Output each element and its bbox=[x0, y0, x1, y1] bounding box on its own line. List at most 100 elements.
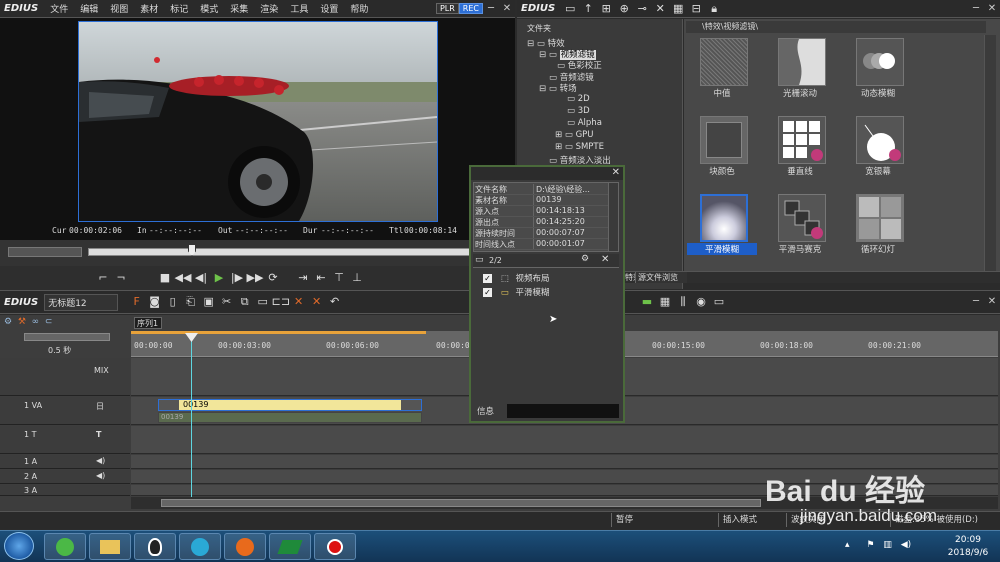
position-slider[interactable] bbox=[88, 248, 510, 256]
tree-item-smpte[interactable]: ⊞ ▭ SMPTE bbox=[555, 142, 604, 152]
menu-render[interactable]: 渲染 bbox=[254, 2, 284, 15]
zoom-slider[interactable] bbox=[24, 333, 110, 341]
track-head-a2[interactable]: 2 A ◀) bbox=[0, 470, 130, 484]
menu-capture[interactable]: 采集 bbox=[224, 2, 254, 15]
playhead[interactable] bbox=[191, 334, 192, 497]
split-icon[interactable]: ⊤ bbox=[330, 270, 348, 286]
menu-view[interactable]: 视图 bbox=[104, 2, 134, 15]
step-back-icon[interactable]: ◀| bbox=[192, 270, 210, 286]
taskbar-app-firefox[interactable] bbox=[224, 533, 266, 560]
menu-marker[interactable]: 标记 bbox=[164, 2, 194, 15]
effect-vertical-lines-thumb[interactable] bbox=[778, 116, 826, 164]
sync-icon[interactable]: ⚒ bbox=[18, 317, 26, 327]
tree-item-2d[interactable]: ▭ 2D bbox=[567, 94, 590, 104]
effects-minimize-icon[interactable]: ─ bbox=[968, 2, 984, 16]
effect-widescreen-thumb[interactable] bbox=[856, 116, 904, 164]
scrollbar-thumb[interactable] bbox=[161, 499, 761, 507]
new-sequence-icon[interactable]: ▯ bbox=[164, 294, 182, 310]
tray-arrow-icon[interactable]: ▴ bbox=[845, 540, 850, 550]
taskbar-date[interactable]: 2018/9/6 bbox=[940, 548, 996, 560]
effect-median-thumb[interactable] bbox=[700, 38, 748, 86]
tray-flag-icon[interactable]: ⚑ bbox=[866, 540, 874, 550]
save-icon[interactable]: ▣ bbox=[200, 294, 218, 310]
tree-item-alpha[interactable]: ▭ Alpha bbox=[567, 118, 602, 128]
rewind-icon[interactable]: ◀◀ bbox=[174, 270, 192, 286]
effect-motion-blur-thumb[interactable] bbox=[856, 38, 904, 86]
stop-icon[interactable]: ■ bbox=[156, 270, 174, 286]
cut-icon[interactable]: ✂ bbox=[218, 294, 236, 310]
speaker-icon[interactable]: ◀) bbox=[96, 471, 105, 480]
link-icon[interactable]: ⊏⊐ bbox=[272, 294, 290, 310]
track-head-a1[interactable]: 1 A ◀) bbox=[0, 455, 130, 469]
taskbar-app-explorer[interactable] bbox=[89, 533, 131, 560]
filter-settings-icon[interactable]: ⚙ bbox=[581, 254, 589, 264]
apply-icon[interactable]: ⊸ bbox=[633, 1, 651, 17]
effects-scrollbar[interactable] bbox=[984, 35, 996, 271]
timeline-close-icon[interactable]: ✕ bbox=[984, 295, 1000, 309]
paste-icon[interactable]: ▭ bbox=[254, 294, 272, 310]
effects-close-icon[interactable]: ✕ bbox=[984, 2, 1000, 16]
taskbar-app-media[interactable] bbox=[179, 533, 221, 560]
effect-raster-scroll-thumb[interactable] bbox=[778, 38, 826, 86]
taskbar-app-qq[interactable] bbox=[134, 533, 176, 560]
timeline-settings-icon[interactable]: F bbox=[128, 294, 146, 310]
add-icon[interactable]: ⊕ bbox=[615, 1, 633, 17]
sliders-icon[interactable]: ⫼ bbox=[674, 294, 692, 310]
grid-icon[interactable]: ▦ bbox=[656, 294, 674, 310]
menu-clip[interactable]: 素材 bbox=[134, 2, 164, 15]
tree-item-gpu[interactable]: ⊞ ▭ GPU bbox=[555, 130, 594, 140]
timeline-minimize-icon[interactable]: ─ bbox=[968, 295, 984, 309]
close-icon[interactable]: ✕ bbox=[499, 2, 515, 16]
track-head-t[interactable]: 1 T T bbox=[0, 426, 130, 454]
info-table-scrollbar[interactable] bbox=[608, 183, 618, 251]
filter-checkbox[interactable]: ✓ bbox=[483, 288, 492, 297]
ripple-delete-icon[interactable]: ✕ bbox=[308, 294, 326, 310]
taskbar-app-edius[interactable] bbox=[269, 533, 311, 560]
filter-checkbox[interactable]: ✓ bbox=[483, 274, 492, 283]
track-body-t[interactable] bbox=[131, 426, 998, 454]
video-clip[interactable]: 00139 bbox=[158, 399, 422, 411]
sequence-tab[interactable]: 序列1 bbox=[134, 317, 162, 329]
insert-icon[interactable]: ⇥ bbox=[294, 270, 312, 286]
loop-icon[interactable]: ⟳ bbox=[264, 270, 282, 286]
color-wheel-icon[interactable]: ◉ bbox=[692, 294, 710, 310]
menu-file[interactable]: 文件 bbox=[44, 2, 74, 15]
start-button-icon[interactable] bbox=[4, 532, 34, 560]
folder-icon[interactable]: ▭ bbox=[561, 1, 579, 17]
project-name[interactable]: 无标题12 bbox=[44, 293, 118, 311]
open-icon[interactable]: ⎗ bbox=[182, 294, 200, 310]
tray-volume-icon[interactable]: ◀) bbox=[901, 540, 911, 550]
audio-clip[interactable]: 00139 bbox=[158, 412, 422, 423]
copy-icon[interactable]: ⧉ bbox=[236, 294, 254, 310]
effect-loop-slide-thumb[interactable] bbox=[856, 194, 904, 242]
effect-block-color-thumb[interactable] bbox=[700, 116, 748, 164]
menu-edit[interactable]: 编辑 bbox=[74, 2, 104, 15]
undo-icon[interactable]: ↶ bbox=[326, 294, 344, 310]
ripple-icon[interactable]: ⊂ bbox=[45, 317, 53, 327]
tab-source-browser[interactable]: 源文件浏览 bbox=[635, 272, 687, 283]
menu-tools[interactable]: 工具 bbox=[284, 2, 314, 15]
filter-item[interactable]: ✓ ▭ 平滑模糊 bbox=[483, 286, 613, 298]
up-folder-icon[interactable]: ↑ bbox=[579, 1, 597, 17]
fast-forward-icon[interactable]: ▶▶ bbox=[246, 270, 264, 286]
menu-mode[interactable]: 模式 bbox=[194, 2, 224, 15]
delete-effect-icon[interactable]: ✕ bbox=[651, 1, 669, 17]
properties-icon[interactable]: ▦ bbox=[669, 1, 687, 17]
tray-network-icon[interactable]: ▥ bbox=[883, 540, 892, 550]
menu-settings[interactable]: 设置 bbox=[314, 2, 344, 15]
filter-delete-icon[interactable]: ✕ bbox=[601, 254, 609, 265]
set-in-icon[interactable]: ⌐ bbox=[94, 270, 112, 286]
taskbar-time[interactable]: 20:09 bbox=[940, 535, 996, 547]
effect-smooth-mosaic-thumb[interactable] bbox=[778, 194, 826, 242]
plr-toggle[interactable]: PLR bbox=[435, 3, 459, 14]
tree-item-transitions[interactable]: ⊟ ▭ 转场 bbox=[539, 82, 577, 94]
tree-item-color-correct[interactable]: ▭ 色彩校正 bbox=[557, 59, 602, 71]
lock-icon[interactable]: 🔒︎ bbox=[705, 1, 723, 17]
taskbar-app-recorder[interactable] bbox=[314, 533, 356, 560]
effect-smooth-blur-thumb[interactable] bbox=[700, 194, 748, 242]
camera-icon[interactable]: ◙ bbox=[146, 294, 164, 310]
window-layout-icon[interactable]: ▭ bbox=[710, 294, 728, 310]
step-forward-icon[interactable]: |▶ bbox=[228, 270, 246, 286]
overwrite-icon[interactable]: ⇤ bbox=[312, 270, 330, 286]
minimize-icon[interactable]: ─ bbox=[483, 2, 499, 16]
